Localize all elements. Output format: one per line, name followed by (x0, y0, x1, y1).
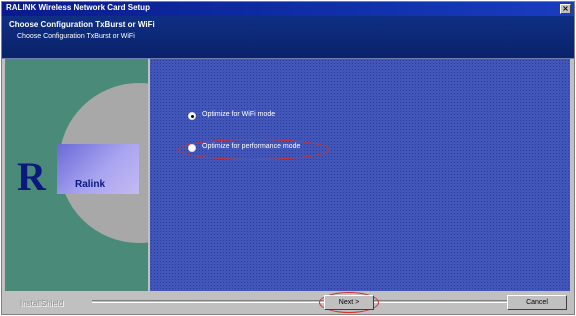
cancel-button[interactable]: Cancel (507, 295, 567, 310)
options-panel: Optimize for WiFi mode Optimize for perf… (150, 59, 570, 291)
header-title: Choose Configuration TxBurst or WiFi (9, 20, 155, 29)
wizard-footer: InstallShield Next > Cancel (2, 291, 574, 314)
option-performance-mode-label[interactable]: Optimize for performance mode (202, 143, 300, 150)
header-subtitle: Choose Configuration TxBurst or WiFi (17, 33, 135, 40)
option-wifi-mode-label[interactable]: Optimize for WiFi mode (202, 111, 275, 118)
next-button[interactable]: Next > (324, 295, 374, 310)
ralink-logo-letter: R (17, 154, 46, 199)
close-button[interactable]: × (560, 4, 571, 14)
ralink-logo-text: Ralink (75, 179, 106, 190)
radio-performance-mode[interactable] (188, 144, 196, 152)
radio-wifi-mode[interactable] (188, 112, 196, 120)
setup-window: RALINK Wireless Network Card Setup × Cho… (1, 1, 575, 315)
title-bar: RALINK Wireless Network Card Setup × (2, 2, 574, 16)
side-banner: R Ralink (5, 59, 148, 291)
wizard-header: Choose Configuration TxBurst or WiFi Cho… (2, 16, 574, 59)
window-title: RALINK Wireless Network Card Setup (6, 3, 150, 12)
installshield-label: InstallShield (20, 299, 64, 308)
